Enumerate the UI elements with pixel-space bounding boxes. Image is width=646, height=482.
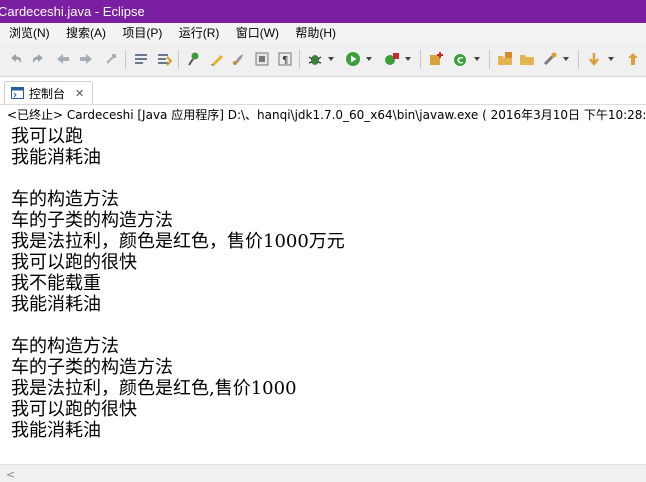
console-line: 我是法拉利，颜色是红色,售价1000: [11, 378, 297, 399]
window-title-bar: Cardeceshi.java - Eclipse: [0, 0, 646, 23]
run-external-icon[interactable]: [384, 51, 400, 67]
svg-text:¶: ¶: [282, 55, 288, 66]
console-line: 我可以跑: [11, 126, 83, 147]
back-icon[interactable]: [55, 51, 71, 67]
open-type-icon[interactable]: [497, 51, 513, 67]
horizontal-scrollbar[interactable]: <: [0, 464, 646, 482]
pen-icon[interactable]: [209, 51, 225, 67]
console-line: 车的构造方法: [11, 189, 119, 210]
console-line: 我能消耗油: [11, 420, 101, 441]
paragraph-icon[interactable]: ¶: [277, 51, 293, 67]
console-line: 我不能载重: [11, 273, 101, 294]
brush-icon[interactable]: [231, 51, 247, 67]
console-line: 我是法拉利，颜色是红色，售价1000万元: [11, 231, 345, 252]
toggle-mark-icon[interactable]: [133, 51, 149, 67]
console-status: <已终止> Cardeceshi [Java 应用程序] D:\、hanqi\j…: [7, 108, 646, 122]
tab-console[interactable]: 控制台 ✕: [4, 81, 94, 104]
menu-bar: 浏览(N) 搜索(A) 项目(P) 运行(R) 窗口(W) 帮助(H): [0, 23, 646, 43]
next-annotation-icon[interactable]: [156, 51, 172, 67]
close-icon[interactable]: ✕: [75, 87, 84, 100]
open-folder-icon[interactable]: [519, 51, 535, 67]
console-line: 车的构造方法: [11, 336, 119, 357]
console-line: 车的子类的构造方法: [11, 357, 173, 378]
main-toolbar: ¶ C: [0, 43, 646, 77]
menu-window[interactable]: 窗口(W): [232, 23, 283, 43]
console-line: 我可以跑的很快: [11, 252, 137, 273]
console-output: 我可以跑 我能消耗油 车的构造方法 车的子类的构造方法 我是法拉利，颜色是红色，…: [0, 126, 646, 464]
console-line: 我可以跑的很快: [11, 399, 137, 420]
redo-icon[interactable]: [30, 51, 46, 67]
tab-console-label: 控制台: [29, 86, 66, 101]
run-icon[interactable]: [345, 51, 361, 67]
console-line: 我能消耗油: [11, 294, 101, 315]
undo-icon[interactable]: [8, 51, 24, 67]
menu-project[interactable]: 项目(P): [118, 23, 166, 43]
console-line: 我能消耗油: [11, 147, 101, 168]
new-package-icon[interactable]: C: [452, 51, 468, 67]
debug-icon[interactable]: [307, 51, 323, 67]
console-icon: [11, 87, 24, 99]
console-line: 车的子类的构造方法: [11, 210, 173, 231]
scroll-left-icon[interactable]: <: [6, 468, 15, 481]
new-class-icon[interactable]: [428, 51, 444, 67]
svg-text:C: C: [457, 57, 464, 67]
menu-search[interactable]: 搜索(A): [62, 23, 110, 43]
window-title: Cardeceshi.java - Eclipse: [0, 4, 145, 19]
menu-help[interactable]: 帮助(H): [291, 23, 340, 43]
forward-icon[interactable]: [78, 51, 94, 67]
navigate-icon[interactable]: [586, 51, 602, 67]
menu-run[interactable]: 运行(R): [175, 23, 224, 43]
pin-icon[interactable]: [186, 51, 202, 67]
view-tab-bar: 控制台 ✕: [0, 77, 646, 105]
show-whitespace-icon[interactable]: [254, 51, 270, 67]
menu-navigate[interactable]: 浏览(N): [5, 23, 54, 43]
search-icon[interactable]: [542, 51, 558, 67]
last-edit-icon[interactable]: [103, 51, 119, 67]
up-icon[interactable]: [625, 51, 641, 67]
